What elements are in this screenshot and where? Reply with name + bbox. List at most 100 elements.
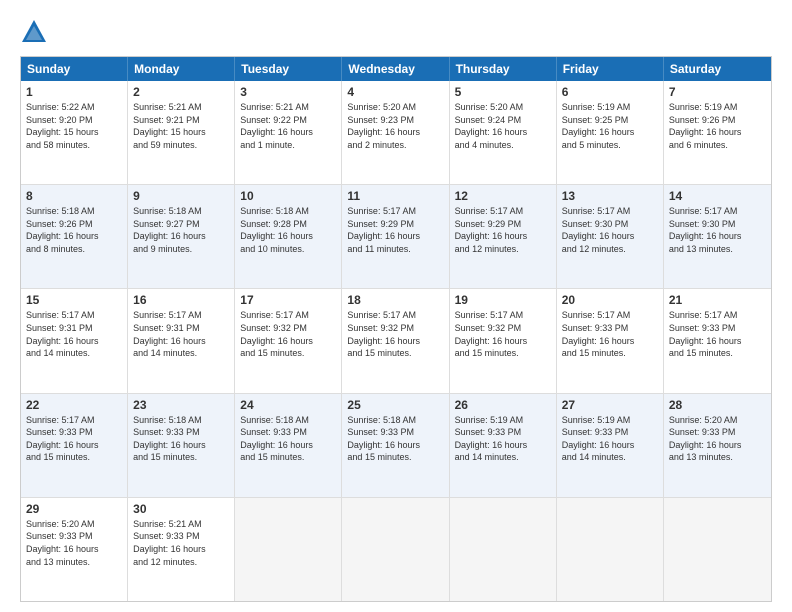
calendar: SundayMondayTuesdayWednesdayThursdayFrid…	[20, 56, 772, 602]
day-number: 4	[347, 85, 443, 99]
day-info: Sunrise: 5:17 AMSunset: 9:31 PMDaylight:…	[26, 309, 122, 359]
day-cell-8: 8 Sunrise: 5:18 AMSunset: 9:26 PMDaylight…	[21, 185, 128, 288]
calendar-row-1: 1 Sunrise: 5:22 AMSunset: 9:20 PMDaylight…	[21, 81, 771, 184]
day-info: Sunrise: 5:17 AMSunset: 9:33 PMDaylight:…	[26, 414, 122, 464]
header-day-friday: Friday	[557, 57, 664, 81]
day-number: 18	[347, 293, 443, 307]
day-cell-19: 19 Sunrise: 5:17 AMSunset: 9:32 PMDayligh…	[450, 289, 557, 392]
day-info: Sunrise: 5:18 AMSunset: 9:33 PMDaylight:…	[347, 414, 443, 464]
day-info: Sunrise: 5:20 AMSunset: 9:24 PMDaylight:…	[455, 101, 551, 151]
day-info: Sunrise: 5:18 AMSunset: 9:27 PMDaylight:…	[133, 205, 229, 255]
day-cell-15: 15 Sunrise: 5:17 AMSunset: 9:31 PMDayligh…	[21, 289, 128, 392]
calendar-header: SundayMondayTuesdayWednesdayThursdayFrid…	[21, 57, 771, 81]
day-info: Sunrise: 5:19 AMSunset: 9:25 PMDaylight:…	[562, 101, 658, 151]
day-cell-25: 25 Sunrise: 5:18 AMSunset: 9:33 PMDayligh…	[342, 394, 449, 497]
day-number: 27	[562, 398, 658, 412]
header-day-wednesday: Wednesday	[342, 57, 449, 81]
day-info: Sunrise: 5:19 AMSunset: 9:26 PMDaylight:…	[669, 101, 766, 151]
empty-cell	[664, 498, 771, 601]
day-cell-3: 3 Sunrise: 5:21 AMSunset: 9:22 PMDaylight…	[235, 81, 342, 184]
day-cell-28: 28 Sunrise: 5:20 AMSunset: 9:33 PMDayligh…	[664, 394, 771, 497]
day-number: 5	[455, 85, 551, 99]
empty-cell	[450, 498, 557, 601]
day-number: 6	[562, 85, 658, 99]
header-day-monday: Monday	[128, 57, 235, 81]
day-number: 20	[562, 293, 658, 307]
day-cell-4: 4Sunrise: 5:20 AMSunset: 9:23 PMDaylight…	[342, 81, 449, 184]
day-info: Sunrise: 5:17 AMSunset: 9:32 PMDaylight:…	[455, 309, 551, 359]
day-number: 16	[133, 293, 229, 307]
empty-cell	[235, 498, 342, 601]
day-number: 15	[26, 293, 122, 307]
header-day-sunday: Sunday	[21, 57, 128, 81]
day-info: Sunrise: 5:18 AMSunset: 9:28 PMDaylight:…	[240, 205, 336, 255]
day-cell-23: 23Sunrise: 5:18 AMSunset: 9:33 PMDayligh…	[128, 394, 235, 497]
day-cell-17: 17 Sunrise: 5:17 AMSunset: 9:32 PMDayligh…	[235, 289, 342, 392]
day-info: Sunrise: 5:19 AMSunset: 9:33 PMDaylight:…	[455, 414, 551, 464]
day-number: 21	[669, 293, 766, 307]
day-cell-26: 26Sunrise: 5:19 AMSunset: 9:33 PMDayligh…	[450, 394, 557, 497]
day-cell-9: 9 Sunrise: 5:18 AMSunset: 9:27 PMDaylight…	[128, 185, 235, 288]
day-info: Sunrise: 5:22 AMSunset: 9:20 PMDaylight:…	[26, 101, 122, 151]
day-number: 1	[26, 85, 122, 99]
day-info: Sunrise: 5:17 AMSunset: 9:29 PMDaylight:…	[347, 205, 443, 255]
empty-cell	[342, 498, 449, 601]
day-number: 17	[240, 293, 336, 307]
day-info: Sunrise: 5:18 AMSunset: 9:26 PMDaylight:…	[26, 205, 122, 255]
day-info: Sunrise: 5:17 AMSunset: 9:30 PMDaylight:…	[669, 205, 766, 255]
day-number: 23	[133, 398, 229, 412]
calendar-row-2: 8 Sunrise: 5:18 AMSunset: 9:26 PMDaylight…	[21, 184, 771, 288]
calendar-row-4: 22 Sunrise: 5:17 AMSunset: 9:33 PMDayligh…	[21, 393, 771, 497]
day-info: Sunrise: 5:17 AMSunset: 9:29 PMDaylight:…	[455, 205, 551, 255]
day-cell-20: 20 Sunrise: 5:17 AMSunset: 9:33 PMDayligh…	[557, 289, 664, 392]
day-number: 11	[347, 189, 443, 203]
day-cell-2: 2 Sunrise: 5:21 AMSunset: 9:21 PMDaylight…	[128, 81, 235, 184]
day-info: Sunrise: 5:17 AMSunset: 9:33 PMDaylight:…	[562, 309, 658, 359]
day-info: Sunrise: 5:17 AMSunset: 9:31 PMDaylight:…	[133, 309, 229, 359]
day-info: Sunrise: 5:17 AMSunset: 9:32 PMDaylight:…	[240, 309, 336, 359]
day-cell-6: 6 Sunrise: 5:19 AMSunset: 9:25 PMDaylight…	[557, 81, 664, 184]
day-number: 10	[240, 189, 336, 203]
header-day-tuesday: Tuesday	[235, 57, 342, 81]
day-number: 30	[133, 502, 229, 516]
empty-cell	[557, 498, 664, 601]
day-number: 12	[455, 189, 551, 203]
day-cell-7: 7 Sunrise: 5:19 AMSunset: 9:26 PMDaylight…	[664, 81, 771, 184]
day-cell-29: 29 Sunrise: 5:20 AMSunset: 9:33 PMDayligh…	[21, 498, 128, 601]
day-cell-1: 1 Sunrise: 5:22 AMSunset: 9:20 PMDaylight…	[21, 81, 128, 184]
day-info: Sunrise: 5:20 AMSunset: 9:33 PMDaylight:…	[669, 414, 766, 464]
day-info: Sunrise: 5:17 AMSunset: 9:30 PMDaylight:…	[562, 205, 658, 255]
day-number: 13	[562, 189, 658, 203]
day-number: 9	[133, 189, 229, 203]
logo	[20, 18, 52, 46]
day-number: 28	[669, 398, 766, 412]
day-info: Sunrise: 5:19 AMSunset: 9:33 PMDaylight:…	[562, 414, 658, 464]
day-number: 8	[26, 189, 122, 203]
header	[20, 18, 772, 46]
page: SundayMondayTuesdayWednesdayThursdayFrid…	[0, 0, 792, 612]
day-number: 29	[26, 502, 122, 516]
day-number: 2	[133, 85, 229, 99]
day-info: Sunrise: 5:21 AMSunset: 9:33 PMDaylight:…	[133, 518, 229, 568]
day-cell-22: 22 Sunrise: 5:17 AMSunset: 9:33 PMDayligh…	[21, 394, 128, 497]
day-cell-21: 21Sunrise: 5:17 AMSunset: 9:33 PMDayligh…	[664, 289, 771, 392]
day-info: Sunrise: 5:21 AMSunset: 9:22 PMDaylight:…	[240, 101, 336, 151]
day-cell-11: 11 Sunrise: 5:17 AMSunset: 9:29 PMDayligh…	[342, 185, 449, 288]
day-info: Sunrise: 5:21 AMSunset: 9:21 PMDaylight:…	[133, 101, 229, 151]
day-number: 3	[240, 85, 336, 99]
day-number: 14	[669, 189, 766, 203]
header-day-saturday: Saturday	[664, 57, 771, 81]
day-number: 25	[347, 398, 443, 412]
day-number: 19	[455, 293, 551, 307]
day-info: Sunrise: 5:17 AMSunset: 9:32 PMDaylight:…	[347, 309, 443, 359]
calendar-row-5: 29 Sunrise: 5:20 AMSunset: 9:33 PMDayligh…	[21, 497, 771, 601]
day-cell-16: 16 Sunrise: 5:17 AMSunset: 9:31 PMDayligh…	[128, 289, 235, 392]
calendar-body: 1 Sunrise: 5:22 AMSunset: 9:20 PMDaylight…	[21, 81, 771, 601]
day-info: Sunrise: 5:20 AMSunset: 9:33 PMDaylight:…	[26, 518, 122, 568]
day-number: 7	[669, 85, 766, 99]
day-cell-13: 13 Sunrise: 5:17 AMSunset: 9:30 PMDayligh…	[557, 185, 664, 288]
day-number: 22	[26, 398, 122, 412]
day-cell-27: 27 Sunrise: 5:19 AMSunset: 9:33 PMDayligh…	[557, 394, 664, 497]
logo-icon	[20, 18, 48, 46]
day-cell-18: 18 Sunrise: 5:17 AMSunset: 9:32 PMDayligh…	[342, 289, 449, 392]
